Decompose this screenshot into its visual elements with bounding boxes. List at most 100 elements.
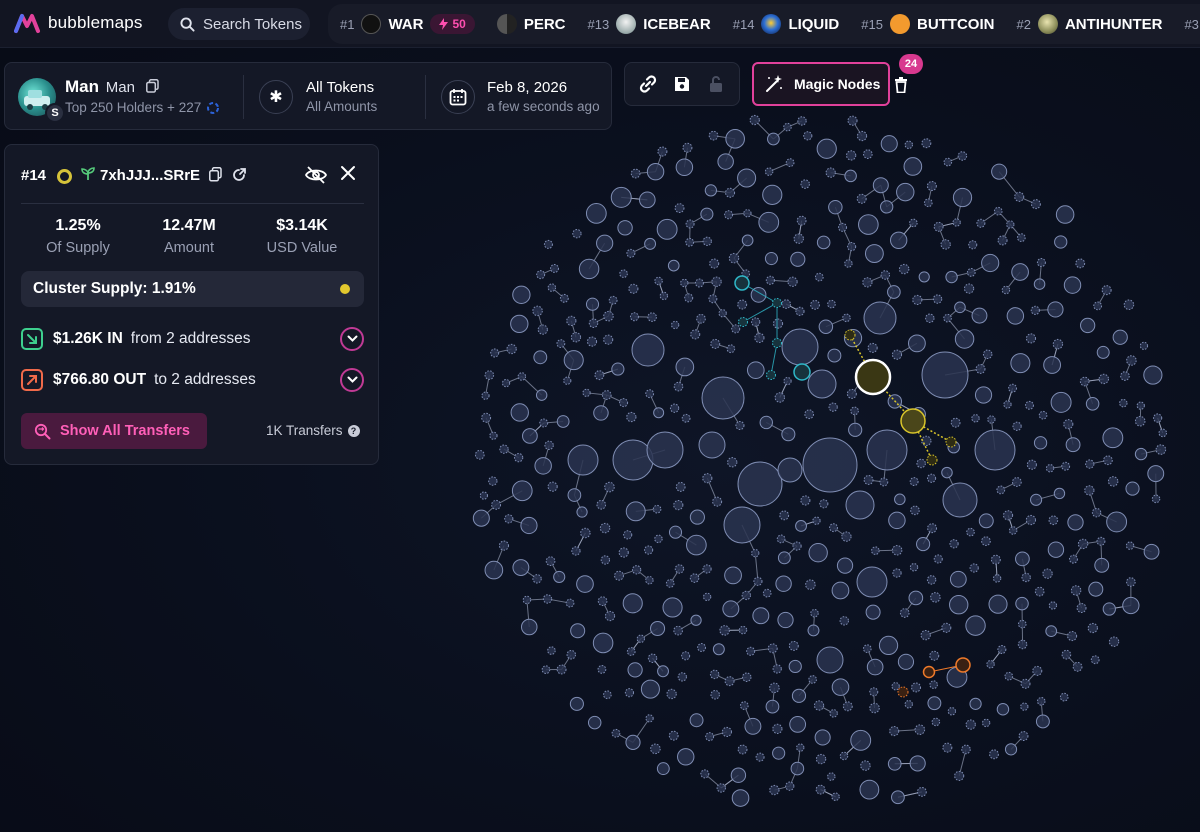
snapshot-date[interactable]: Feb 8, 2026 xyxy=(487,79,567,96)
holder-bubble[interactable] xyxy=(653,407,665,419)
holder-bubble[interactable] xyxy=(941,466,953,479)
holder-bubble[interactable] xyxy=(749,114,760,126)
holder-bubble[interactable] xyxy=(650,620,666,637)
holder-bubble[interactable] xyxy=(694,278,704,288)
holder-bubble[interactable] xyxy=(618,547,629,558)
holder-bubble[interactable] xyxy=(1012,421,1022,431)
holder-bubble[interactable] xyxy=(1102,427,1124,449)
holder-bubble[interactable] xyxy=(800,179,810,189)
search-tokens-button[interactable]: Search Tokens xyxy=(168,8,310,40)
holder-bubble[interactable] xyxy=(897,653,915,670)
holder-bubble[interactable] xyxy=(610,186,632,208)
holder-bubble[interactable] xyxy=(677,748,695,766)
holder-bubble[interactable] xyxy=(1120,371,1130,381)
holder-bubble[interactable] xyxy=(700,207,714,221)
holder-bubble[interactable] xyxy=(869,687,879,697)
holder-bubble[interactable] xyxy=(511,480,533,502)
holder-bubble[interactable] xyxy=(522,428,538,444)
holder-bubble[interactable] xyxy=(1123,299,1135,311)
holder-bubble[interactable] xyxy=(777,611,794,629)
holder-bubble[interactable] xyxy=(533,350,548,365)
holder-bubble[interactable] xyxy=(965,719,976,730)
holder-bubble[interactable] xyxy=(728,252,740,264)
holder-bubble[interactable] xyxy=(891,349,903,360)
holder-bubble[interactable] xyxy=(662,597,683,618)
holder-bubble[interactable] xyxy=(1025,400,1034,410)
holder-bubble[interactable] xyxy=(1085,459,1095,469)
holder-bubble[interactable] xyxy=(488,476,498,486)
holder-bubble[interactable] xyxy=(631,333,665,367)
holder-bubble[interactable] xyxy=(1053,487,1066,500)
holder-bubble[interactable] xyxy=(741,234,754,247)
holder-bubble[interactable] xyxy=(1067,514,1084,531)
holder-bubble[interactable] xyxy=(1045,464,1055,473)
holder-bubble[interactable] xyxy=(479,491,489,500)
cluster-bubble[interactable] xyxy=(772,298,782,308)
holder-bubble[interactable] xyxy=(808,675,817,684)
holder-bubble[interactable] xyxy=(804,409,815,420)
holder-bubble[interactable] xyxy=(702,473,713,484)
holder-bubble[interactable] xyxy=(856,130,868,142)
holder-bubble[interactable] xyxy=(1034,586,1045,597)
holder-bubble[interactable] xyxy=(912,294,923,305)
holder-bubble[interactable] xyxy=(702,592,712,602)
holder-bubble[interactable] xyxy=(1093,301,1103,311)
holder-bubble[interactable] xyxy=(1011,263,1029,281)
holder-bubble[interactable] xyxy=(1103,455,1113,466)
holder-bubble[interactable] xyxy=(481,391,490,400)
ticker-item[interactable]: #3 xyxy=(1184,14,1200,34)
holder-bubble[interactable] xyxy=(1014,191,1025,202)
holder-bubble[interactable] xyxy=(1004,743,1018,756)
holder-bubble[interactable] xyxy=(1125,541,1135,550)
holder-bubble[interactable] xyxy=(929,650,940,661)
holder-bubble[interactable] xyxy=(619,398,629,408)
holder-bubble[interactable] xyxy=(666,688,677,700)
holder-bubble[interactable] xyxy=(1008,526,1018,535)
holder-bubble[interactable] xyxy=(1079,376,1090,387)
holder-bubble[interactable] xyxy=(630,168,641,179)
cluster-bubble[interactable] xyxy=(955,657,971,673)
holder-bubble[interactable] xyxy=(954,301,966,314)
holder-bubble[interactable] xyxy=(1003,510,1014,521)
holder-bubble[interactable] xyxy=(680,278,689,288)
holder-bubble[interactable] xyxy=(1134,447,1148,461)
holder-bubble[interactable] xyxy=(1102,602,1116,616)
holder-bubble[interactable] xyxy=(921,138,932,149)
holder-bubble[interactable] xyxy=(669,403,680,413)
holder-bubble[interactable] xyxy=(781,299,791,309)
holder-bubble[interactable] xyxy=(772,318,784,329)
holder-bubble[interactable] xyxy=(839,616,849,626)
holder-bubble[interactable] xyxy=(675,482,686,492)
holder-bubble[interactable] xyxy=(974,429,1016,471)
holder-bubble[interactable] xyxy=(783,376,792,386)
holder-bubble[interactable] xyxy=(1006,307,1025,325)
holder-bubble[interactable] xyxy=(842,313,851,323)
holder-bubble[interactable] xyxy=(831,792,840,801)
holder-bubble[interactable] xyxy=(689,713,704,728)
holder-bubble[interactable] xyxy=(880,200,894,214)
holder-bubble[interactable] xyxy=(702,564,712,574)
holder-bubble[interactable] xyxy=(1072,661,1083,672)
holder-bubble[interactable] xyxy=(725,129,745,149)
holder-bubble[interactable] xyxy=(940,239,951,250)
holder-bubble[interactable] xyxy=(775,575,792,592)
holder-bubble[interactable] xyxy=(603,334,614,345)
holder-bubble[interactable] xyxy=(845,490,875,520)
holder-bubble[interactable] xyxy=(675,357,695,377)
holder-bubble[interactable] xyxy=(850,406,859,416)
holder-bubble[interactable] xyxy=(739,701,749,710)
holder-bubble[interactable] xyxy=(1025,514,1037,526)
holder-bubble[interactable] xyxy=(1080,317,1096,334)
holder-bubble[interactable] xyxy=(705,732,715,742)
holder-bubble[interactable] xyxy=(910,505,920,516)
holder-bubble[interactable] xyxy=(1096,345,1110,359)
holder-bubble[interactable] xyxy=(628,283,639,294)
holder-bubble[interactable] xyxy=(1059,692,1069,702)
holder-bubble[interactable] xyxy=(943,313,952,323)
holder-bubble[interactable] xyxy=(656,218,678,240)
holder-bubble[interactable] xyxy=(827,348,842,363)
holder-bubble[interactable] xyxy=(779,510,790,521)
holder-bubble[interactable] xyxy=(945,270,958,284)
holder-bubble[interactable] xyxy=(563,376,572,385)
holder-bubble[interactable] xyxy=(1020,702,1029,711)
